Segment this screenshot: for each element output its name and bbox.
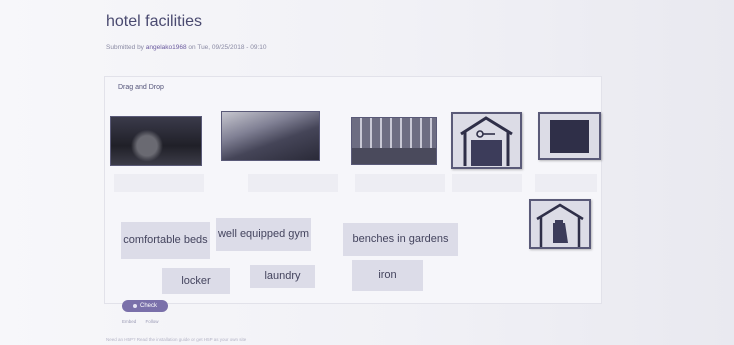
check-icon — [132, 304, 137, 308]
iron-icon — [538, 112, 601, 160]
photo-bedroom — [110, 116, 202, 166]
word-tile[interactable]: well equipped gym — [216, 218, 311, 251]
check-button-label: Check — [139, 303, 157, 309]
drop-zone[interactable] — [452, 174, 522, 192]
word-tile[interactable]: comfortable beds — [121, 222, 210, 259]
follow-link[interactable]: Follow — [146, 319, 159, 324]
word-tile[interactable]: iron — [352, 260, 423, 291]
photo-bed-pillows — [221, 111, 320, 161]
drop-zone[interactable] — [114, 174, 204, 192]
photo-gym — [351, 117, 437, 165]
check-button[interactable]: Check — [122, 300, 168, 312]
laundry-icon — [529, 199, 591, 249]
drop-zone[interactable] — [535, 174, 597, 192]
locker-icon — [451, 112, 522, 169]
word-tile[interactable]: laundry — [250, 265, 315, 288]
page-title: hotel facilities — [106, 13, 203, 30]
drop-zone[interactable] — [355, 174, 445, 192]
embed-link[interactable]: Embed — [122, 319, 136, 324]
panel-header: Drag and Drop — [118, 84, 164, 91]
drop-zone[interactable] — [248, 174, 338, 192]
submitted-date: on Tue, 09/25/2018 - 09:10 — [186, 44, 267, 51]
bottom-links: Embed Follow — [122, 319, 167, 324]
submitted-prefix: Submitted by — [106, 44, 146, 51]
footer-text: Need an H5P? Read the installation guide… — [106, 337, 247, 342]
submitted-line: Submitted by angelako1968 on Tue, 09/25/… — [106, 44, 266, 51]
author-link[interactable]: angelako1968 — [146, 44, 187, 51]
word-tile[interactable]: benches in gardens — [343, 223, 458, 256]
screen: hotel facilities Submitted by angelako19… — [0, 0, 734, 345]
word-tile[interactable]: locker — [162, 268, 230, 294]
